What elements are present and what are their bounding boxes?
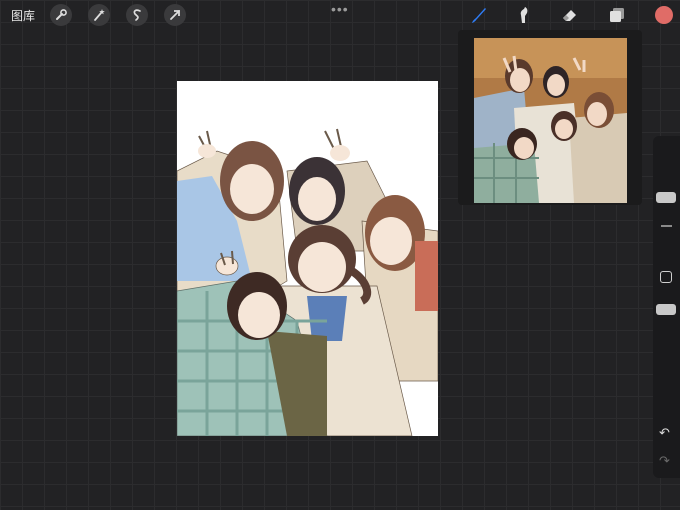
layers-icon[interactable] [606,4,628,26]
reference-photo [474,38,627,203]
slider-divider [661,225,672,227]
smudge-icon[interactable] [512,4,534,26]
eraser-icon[interactable] [559,4,581,26]
brush-size-slider[interactable] [656,192,676,203]
sidebar: ↶ ↷ [653,136,680,478]
redo-icon[interactable]: ↷ [659,453,670,469]
brush-icon[interactable] [468,4,490,26]
reference-window[interactable] [458,30,642,205]
illustration-artwork [177,128,438,436]
selection-icon[interactable] [126,4,148,26]
modify-button[interactable] [660,271,672,283]
wrench-icon[interactable] [50,4,72,26]
magic-wand-icon[interactable] [88,4,110,26]
drawing-canvas[interactable] [177,81,438,436]
undo-icon[interactable]: ↶ [659,425,670,441]
transform-icon[interactable] [164,4,186,26]
opacity-slider[interactable] [656,304,676,315]
top-toolbar: 图库 ••• [0,0,680,30]
more-menu-icon[interactable]: ••• [331,1,349,17]
color-picker-button[interactable] [655,6,673,24]
gallery-button[interactable]: 图库 [11,7,35,24]
